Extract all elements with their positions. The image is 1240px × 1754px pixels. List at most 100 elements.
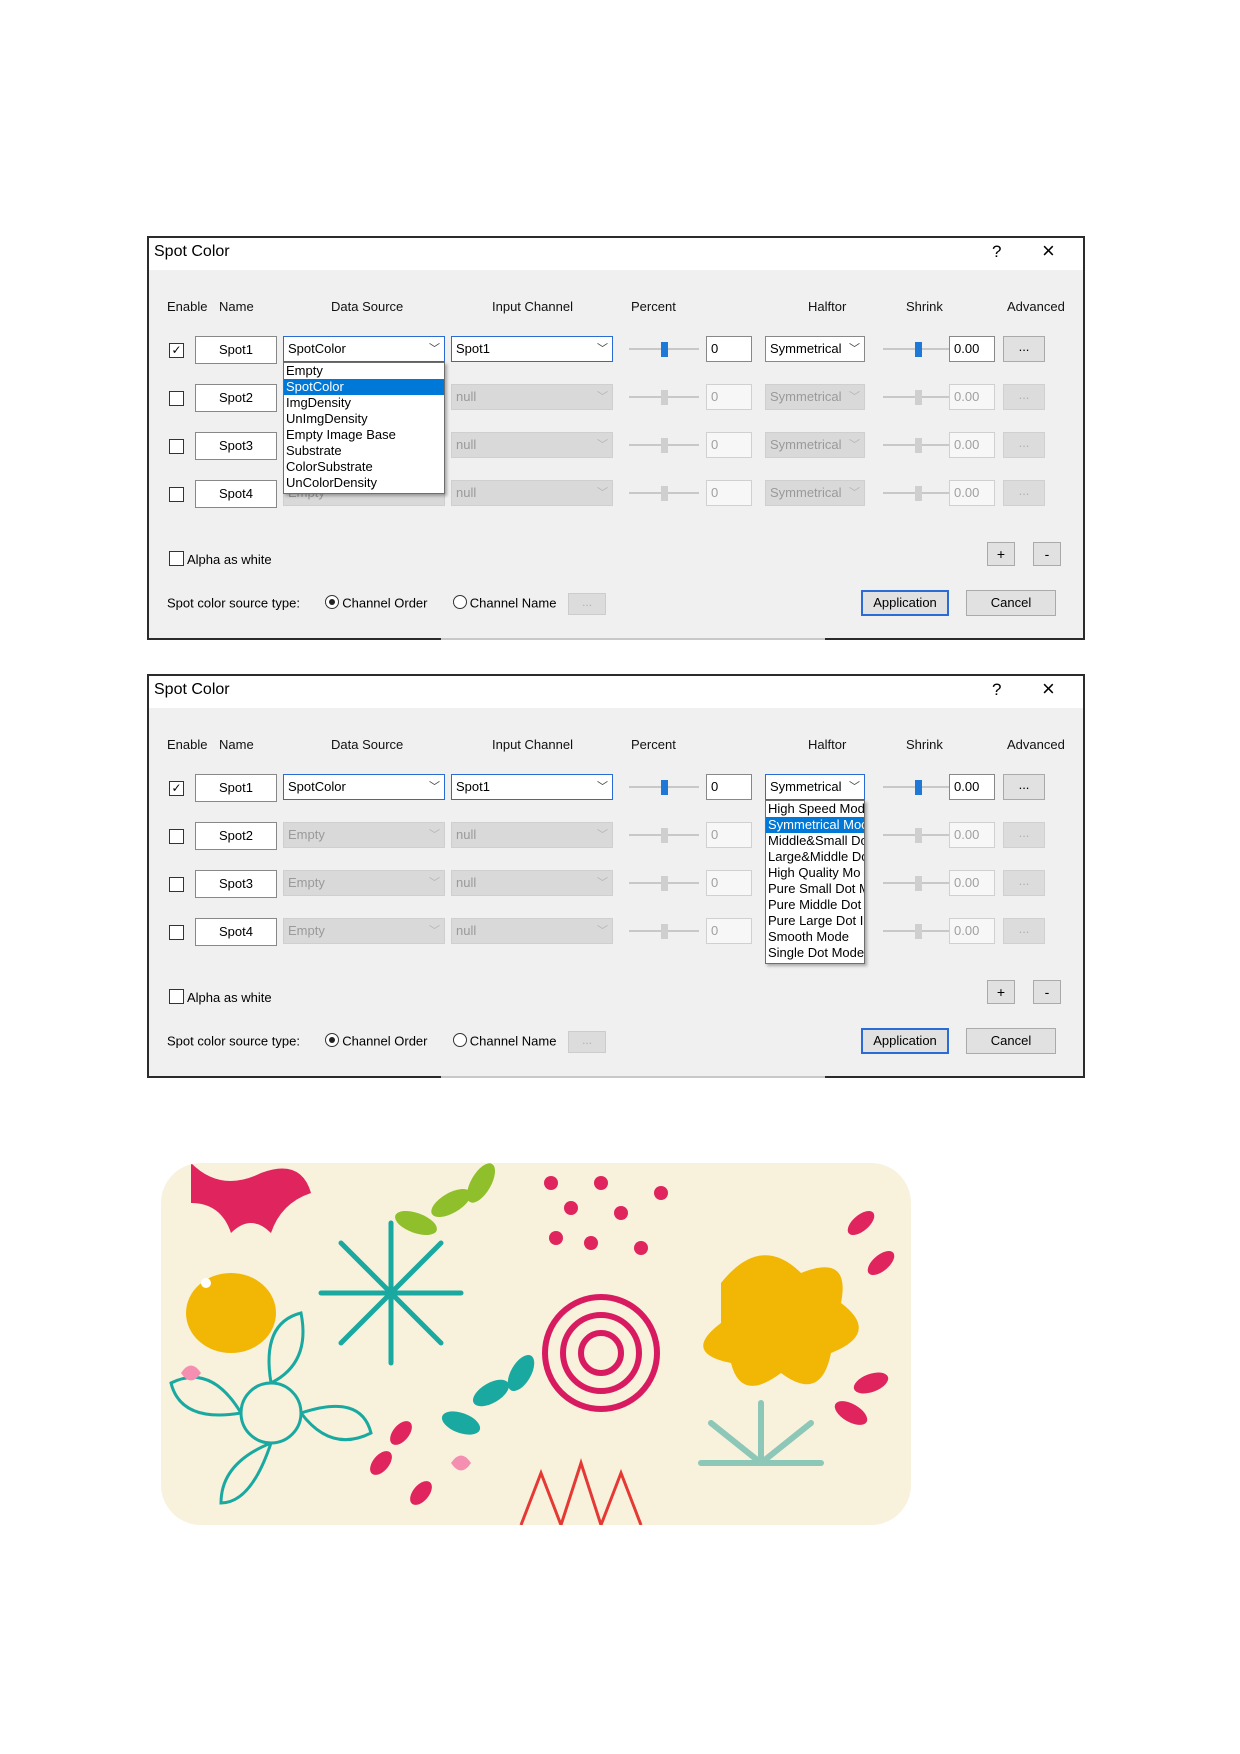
dropdown-option[interactable]: Empty Image Base <box>284 427 444 443</box>
application-button[interactable]: Application <box>861 590 949 616</box>
dropdown-option[interactable]: Pure Middle Dot <box>766 897 864 913</box>
channel-name-options-button[interactable]: ... <box>568 593 607 615</box>
dropdown-option[interactable]: ImgDensity <box>284 395 444 411</box>
close-button[interactable]: × <box>1042 676 1055 702</box>
percent-field[interactable]: 0 <box>706 336 752 362</box>
data-source-select[interactable]: SpotColor ﹀ <box>283 774 445 800</box>
shrink-field[interactable]: 0.00 <box>949 432 995 458</box>
dropdown-option[interactable]: Middle&Small Do <box>766 833 864 849</box>
slider-thumb[interactable] <box>915 342 922 357</box>
shrink-slider[interactable] <box>883 342 953 357</box>
input-channel-select[interactable]: Spot1 ﹀ <box>451 774 613 800</box>
alpha-checkbox[interactable] <box>169 989 184 1004</box>
alpha-as-white[interactable]: Alpha as white <box>169 551 272 567</box>
halftone-select[interactable]: Symmetrical ﹀ <box>765 384 865 410</box>
dropdown-option[interactable]: SpotColor <box>284 379 444 395</box>
shrink-slider[interactable] <box>883 390 953 405</box>
dropdown-option[interactable]: Pure Large Dot I <box>766 913 864 929</box>
application-button[interactable]: Application <box>861 1028 949 1054</box>
shrink-field[interactable]: 0.00 <box>949 774 995 800</box>
slider-thumb[interactable] <box>915 780 922 795</box>
spot-name-field[interactable]: Spot1 <box>195 336 277 364</box>
dropdown-option[interactable]: UnImgDensity <box>284 411 444 427</box>
dropdown-option[interactable]: Symmetrical Moc <box>766 817 864 833</box>
percent-slider[interactable] <box>629 390 699 405</box>
dropdown-option[interactable]: ColorSubstrate <box>284 459 444 475</box>
dropdown-option[interactable]: Large&Middle Dc <box>766 849 864 865</box>
help-button[interactable]: ? <box>992 242 1001 262</box>
enable-checkbox[interactable] <box>169 829 184 844</box>
percent-slider[interactable] <box>629 876 699 891</box>
halftone-select[interactable]: Symmetrical ﹀ <box>765 432 865 458</box>
input-channel-select[interactable]: null ﹀ <box>451 432 613 458</box>
shrink-field[interactable]: 0.00 <box>949 918 995 944</box>
shrink-slider[interactable] <box>883 438 953 453</box>
cancel-button[interactable]: Cancel <box>966 590 1056 616</box>
percent-field[interactable]: 0 <box>706 774 752 800</box>
dropdown-option[interactable]: UnColorDensity <box>284 475 444 491</box>
halftone-dropdown[interactable]: High Speed Mod Symmetrical Moc Middle&Smal… <box>765 800 865 964</box>
channel-order-radio[interactable] <box>325 1033 340 1048</box>
enable-checkbox[interactable]: ✓ <box>169 343 184 358</box>
data-source-dropdown[interactable]: Empty SpotColor ImgDensity UnImgDensity Empt… <box>283 362 445 494</box>
shrink-slider[interactable] <box>883 924 953 939</box>
enable-checkbox[interactable] <box>169 439 184 454</box>
data-source-select[interactable]: Empty ﹀ <box>283 870 445 896</box>
input-channel-select[interactable]: null ﹀ <box>451 870 613 896</box>
spot-name-field[interactable]: Spot3 <box>195 432 277 460</box>
advanced-button[interactable]: ... <box>1003 432 1045 458</box>
percent-slider[interactable] <box>629 924 699 939</box>
shrink-field[interactable]: 0.00 <box>949 336 995 362</box>
percent-field[interactable]: 0 <box>706 870 752 896</box>
percent-slider[interactable] <box>629 438 699 453</box>
channel-name-options-button[interactable]: ... <box>568 1031 607 1053</box>
shrink-field[interactable]: 0.00 <box>949 870 995 896</box>
channel-name-radio[interactable] <box>452 1033 467 1048</box>
percent-slider[interactable] <box>629 780 699 795</box>
input-channel-select[interactable]: null ﹀ <box>451 918 613 944</box>
data-source-select[interactable]: Empty ﹀ <box>283 918 445 944</box>
dropdown-option[interactable]: Pure Small Dot M <box>766 881 864 897</box>
advanced-button[interactable]: ... <box>1003 384 1045 410</box>
enable-checkbox[interactable]: ✓ <box>169 781 184 796</box>
dropdown-option[interactable]: High Quality Mo <box>766 865 864 881</box>
slider-thumb[interactable] <box>661 342 668 357</box>
remove-spot-button[interactable]: - <box>1033 542 1061 566</box>
percent-field[interactable]: 0 <box>706 918 752 944</box>
halftone-select[interactable]: Symmetrical ﹀ <box>765 774 865 800</box>
spot-name-field[interactable]: Spot2 <box>195 384 277 412</box>
input-channel-select[interactable]: null ﹀ <box>451 480 613 506</box>
input-channel-select[interactable]: Spot1 ﹀ <box>451 336 613 362</box>
input-channel-select[interactable]: null ﹀ <box>451 384 613 410</box>
dropdown-option[interactable]: Smooth Mode <box>766 929 864 945</box>
enable-checkbox[interactable] <box>169 487 184 502</box>
percent-slider[interactable] <box>629 486 699 501</box>
channel-order-radio[interactable] <box>325 595 340 610</box>
alpha-as-white[interactable]: Alpha as white <box>169 989 272 1005</box>
advanced-button[interactable]: ... <box>1003 870 1045 896</box>
close-button[interactable]: × <box>1042 238 1055 264</box>
shrink-field[interactable]: 0.00 <box>949 480 995 506</box>
shrink-slider[interactable] <box>883 828 953 843</box>
dropdown-option[interactable]: Empty <box>284 363 444 379</box>
shrink-slider[interactable] <box>883 876 953 891</box>
add-spot-button[interactable]: + <box>987 980 1015 1004</box>
advanced-button[interactable]: ... <box>1003 822 1045 848</box>
add-spot-button[interactable]: + <box>987 542 1015 566</box>
percent-field[interactable]: 0 <box>706 384 752 410</box>
percent-slider[interactable] <box>629 342 699 357</box>
cancel-button[interactable]: Cancel <box>966 1028 1056 1054</box>
advanced-button[interactable]: ... <box>1003 774 1045 800</box>
shrink-slider[interactable] <box>883 486 953 501</box>
dropdown-option[interactable]: High Speed Mod <box>766 801 864 817</box>
dropdown-option[interactable]: Substrate <box>284 443 444 459</box>
shrink-slider[interactable] <box>883 780 953 795</box>
percent-field[interactable]: 0 <box>706 822 752 848</box>
data-source-select[interactable]: Empty ﹀ <box>283 822 445 848</box>
spot-name-field[interactable]: Spot2 <box>195 822 277 850</box>
halftone-select[interactable]: Symmetrical ﹀ <box>765 480 865 506</box>
percent-slider[interactable] <box>629 828 699 843</box>
shrink-field[interactable]: 0.00 <box>949 822 995 848</box>
channel-name-radio[interactable] <box>452 595 467 610</box>
enable-checkbox[interactable] <box>169 391 184 406</box>
